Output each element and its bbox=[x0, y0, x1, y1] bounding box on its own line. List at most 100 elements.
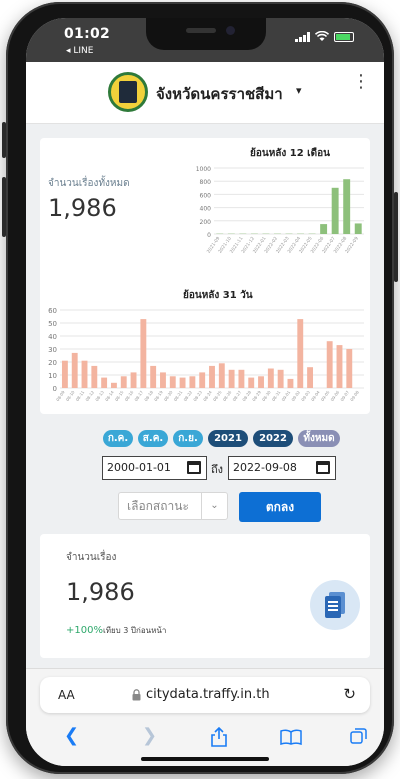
back-to-app-link[interactable]: ◂ LINE bbox=[66, 46, 93, 56]
x-tick-label: 08-25 bbox=[212, 389, 223, 402]
x-tick-label: 09-05 bbox=[320, 389, 331, 402]
x-tick-label: 08-15 bbox=[114, 389, 125, 402]
reader-settings-button[interactable]: AA bbox=[58, 688, 75, 702]
bar bbox=[218, 363, 225, 388]
x-tick-label: 08-12 bbox=[84, 389, 95, 402]
x-tick-label: 08-14 bbox=[104, 389, 115, 402]
y-tick-label: 30 bbox=[48, 346, 57, 354]
calendar-icon[interactable] bbox=[316, 461, 330, 474]
change-value: +100% bbox=[66, 625, 103, 636]
end-date-field[interactable]: 2022-09-08 bbox=[228, 456, 336, 480]
start-date-field[interactable]: 2000-01-01 bbox=[102, 456, 207, 480]
x-tick-label: 08-18 bbox=[143, 389, 154, 402]
submit-button[interactable]: ตกลง bbox=[239, 492, 321, 522]
bar bbox=[209, 365, 215, 388]
bar bbox=[346, 349, 353, 388]
y-tick-label: 0 bbox=[207, 232, 211, 239]
y-tick-label: 50 bbox=[48, 320, 57, 328]
status-select-placeholder: เลือกสถานะ bbox=[127, 499, 189, 513]
wifi-icon bbox=[315, 31, 329, 41]
x-tick-label: 09-01 bbox=[281, 389, 292, 402]
bar bbox=[160, 372, 166, 388]
x-tick-label: 09-07 bbox=[339, 389, 350, 402]
x-tick-label: 09-02 bbox=[290, 389, 301, 402]
summary-card: จำนวนเรื่องทั้งหมด 1,986 ย้อนหลัง 12 เดื… bbox=[40, 138, 370, 414]
browser-toolbar: AA citydata.traffy.in.th ↻ ❮ ❯ bbox=[26, 668, 384, 766]
address-bar[interactable]: AA citydata.traffy.in.th ↻ bbox=[40, 677, 370, 713]
bar bbox=[258, 376, 264, 388]
x-tick-label: 08-11 bbox=[75, 389, 86, 402]
bookmarks-icon[interactable] bbox=[280, 729, 302, 745]
app-header: จังหวัดนครราชสีมา ▾ ⋮ bbox=[26, 62, 384, 124]
bar bbox=[267, 368, 274, 388]
back-icon[interactable]: ❮ bbox=[64, 725, 79, 746]
share-icon[interactable] bbox=[210, 727, 228, 747]
start-date-value: 2000-01-01 bbox=[107, 461, 171, 474]
more-menu-icon[interactable]: ⋮ bbox=[352, 73, 370, 91]
bar bbox=[61, 360, 68, 388]
reload-icon[interactable]: ↻ bbox=[343, 685, 356, 703]
bar bbox=[331, 187, 339, 234]
filter-pill-all[interactable]: ทั้งหมด bbox=[298, 430, 340, 447]
y-tick-label: 400 bbox=[200, 206, 212, 213]
bar bbox=[297, 319, 304, 388]
system-icons bbox=[295, 31, 354, 42]
bar bbox=[91, 365, 98, 388]
chart-12-months: 020040060080010002021-092021-102021-1120… bbox=[196, 166, 364, 255]
bar bbox=[130, 372, 137, 388]
count-card: จำนวนเรื่อง 1,986 +100%เทียบ 3 ปีก่อนหน้… bbox=[40, 534, 370, 658]
x-tick-label: 08-23 bbox=[192, 389, 203, 402]
phone-screen: 01:02 ◂ LINE จังหวัดนครราชสีมา ▾ ⋮ จำนวน… bbox=[26, 18, 384, 766]
bar bbox=[179, 377, 186, 388]
bar bbox=[287, 378, 294, 388]
bar bbox=[110, 382, 117, 388]
total-value: 1,986 bbox=[48, 194, 117, 222]
bar bbox=[199, 372, 206, 388]
x-tick-label: 09-03 bbox=[300, 389, 311, 402]
status-bar: 01:02 ◂ LINE bbox=[26, 18, 384, 62]
lock-icon bbox=[132, 689, 141, 701]
filter-pill-aug[interactable]: ส.ค. bbox=[138, 430, 168, 447]
y-tick-label: 600 bbox=[200, 192, 212, 199]
camera bbox=[226, 26, 235, 35]
chevron-down-icon[interactable]: ⌄ bbox=[201, 493, 227, 519]
tabs-icon[interactable] bbox=[350, 727, 368, 745]
bar bbox=[343, 179, 351, 234]
province-seal-logo bbox=[108, 72, 148, 112]
side-button bbox=[394, 192, 398, 282]
x-tick-label: 09-08 bbox=[349, 389, 360, 402]
bar bbox=[277, 369, 284, 388]
x-tick-label: 08-31 bbox=[271, 389, 282, 402]
y-tick-label: 20 bbox=[48, 359, 57, 367]
province-selector[interactable]: จังหวัดนครราชสีมา bbox=[156, 82, 283, 106]
x-tick-label: 08-27 bbox=[231, 389, 242, 402]
status-select[interactable]: เลือกสถานะ ⌄ bbox=[118, 492, 228, 520]
y-tick-label: 60 bbox=[48, 307, 57, 315]
filter-pill-jul[interactable]: ก.ค. bbox=[103, 430, 133, 447]
x-tick-label: 08-30 bbox=[261, 389, 272, 402]
filter-pill-2022[interactable]: 2022 bbox=[253, 430, 293, 447]
x-tick-label: 09-04 bbox=[310, 389, 321, 402]
x-tick-label: 08-19 bbox=[153, 389, 164, 402]
phone-frame: 01:02 ◂ LINE จังหวัดนครราชสีมา ▾ ⋮ จำนวน… bbox=[2, 2, 398, 774]
x-tick-label: 08-21 bbox=[173, 389, 184, 402]
end-date-value: 2022-09-08 bbox=[233, 461, 297, 474]
date-range-to-label: ถึง bbox=[211, 463, 224, 476]
chevron-down-icon[interactable]: ▾ bbox=[296, 84, 302, 97]
url-text[interactable]: citydata.traffy.in.th bbox=[146, 687, 270, 702]
y-tick-label: 200 bbox=[200, 219, 212, 226]
bar bbox=[101, 377, 108, 388]
signal-icon bbox=[295, 31, 310, 42]
filter-pill-2021[interactable]: 2021 bbox=[208, 430, 248, 447]
bar bbox=[189, 376, 196, 388]
calendar-icon[interactable] bbox=[187, 461, 201, 474]
x-tick-label: 08-24 bbox=[202, 389, 213, 402]
forward-icon[interactable]: ❯ bbox=[142, 725, 157, 746]
bar bbox=[238, 369, 245, 388]
bar bbox=[248, 377, 255, 388]
count-value: 1,986 bbox=[66, 578, 135, 606]
bar bbox=[336, 345, 343, 388]
total-label: จำนวนเรื่องทั้งหมด bbox=[48, 178, 130, 189]
x-tick-label: 08-16 bbox=[124, 389, 135, 402]
filter-pill-sep[interactable]: ก.ย. bbox=[173, 430, 203, 447]
